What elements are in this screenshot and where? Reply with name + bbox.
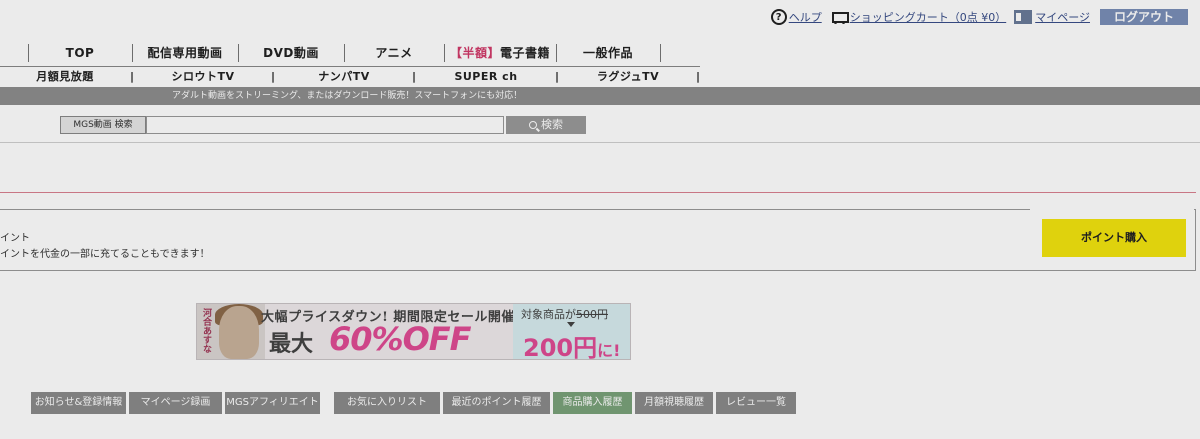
section-divider-accent: [0, 192, 1196, 193]
nav-streaming[interactable]: 配信専用動画: [132, 42, 238, 64]
tab-notices[interactable]: お知らせ&登録情報: [31, 392, 126, 414]
subnav-luxu[interactable]: ラグジュTV: [560, 68, 696, 86]
banner-new-price-suffix: に!: [597, 341, 621, 360]
help-icon: ?: [770, 9, 787, 25]
cart-link[interactable]: ショッピングカート（0点 ¥0）: [830, 9, 1007, 25]
notice-bar: アダルト動画をストリーミング、またはダウンロード販売！スマートフォンにも対応！: [0, 87, 1200, 105]
tab-point-history[interactable]: 最近のポイント履歴: [443, 392, 550, 414]
banner-new-price-line: 200円に!: [523, 328, 621, 360]
section-divider: [0, 142, 1200, 143]
subnav-divider: |: [130, 70, 135, 83]
banner-target-line: 対象商品が500円: [521, 306, 608, 322]
banner-price-box: 対象商品が500円 200円に!: [513, 304, 630, 360]
banner-model-image: 河合あすな: [197, 304, 265, 359]
tab-favorites[interactable]: お気に入りリスト: [334, 392, 440, 414]
help-label: ヘルプ: [788, 11, 822, 24]
subnav-divider: |: [412, 70, 417, 83]
header-utility: ? ヘルプ ショッピングカート（0点 ¥0） マイページ ログアウト: [763, 8, 1188, 26]
search-button-label: 検索: [541, 118, 563, 131]
cart-label: ショッピングカート（0点 ¥0）: [849, 11, 1007, 24]
nav-general[interactable]: 一般作品: [556, 42, 660, 64]
banner-model-face: [219, 306, 259, 359]
sale-banner[interactable]: 河合あすな 大幅プライスダウン! 期間限定セール開催中 最大 60%OFF 対象…: [196, 303, 631, 360]
notice-text: アダルト動画をストリーミング、またはダウンロード販売！スマートフォンにも対応！: [172, 91, 523, 101]
subnav-divider: |: [696, 70, 701, 83]
tab-affiliate[interactable]: MGSアフィリエイト: [225, 392, 320, 414]
search-scope-label: MGS動画 検索: [60, 116, 146, 134]
nav-ebook-label: 電子書籍: [500, 46, 551, 60]
mypage-label: マイページ: [1035, 11, 1090, 24]
search-input[interactable]: [146, 116, 504, 134]
nav-divider-line: [0, 66, 700, 67]
cart-icon: [830, 10, 849, 24]
subnav-nanpa[interactable]: ナンパTV: [276, 68, 412, 86]
banner-down-arrow-icon: [567, 322, 575, 327]
banner-target-label: 対象商品が: [521, 308, 576, 321]
nav-ebook-badge: 【半額】: [449, 46, 500, 60]
tab-reviews[interactable]: レビュー一覧: [716, 392, 796, 414]
nav-ebook[interactable]: 【半額】電子書籍: [444, 42, 556, 64]
buy-points-button[interactable]: ポイント購入: [1042, 219, 1186, 257]
search-button[interactable]: 検索: [506, 116, 586, 134]
banner-old-price: 500円: [576, 308, 608, 321]
subnav-divider: |: [271, 70, 276, 83]
subnav-monthly[interactable]: 月額見放題: [0, 68, 130, 86]
logout-button[interactable]: ログアウト: [1099, 9, 1188, 25]
nav-divider: [660, 44, 661, 62]
points-panel: [0, 209, 1196, 271]
banner-model-name: 河合あすな: [201, 308, 211, 353]
mypage-icon: [1014, 10, 1033, 24]
mypage-link[interactable]: マイページ: [1014, 9, 1090, 25]
search-icon: [529, 121, 537, 129]
subnav-shirouto[interactable]: シロウトTV: [135, 68, 271, 86]
main-nav: TOP 配信専用動画 DVD動画 アニメ 【半額】電子書籍 一般作品: [0, 42, 700, 64]
banner-new-price: 200円: [523, 334, 598, 360]
tab-purchase-history[interactable]: 商品購入履歴: [553, 392, 632, 414]
subnav-superch[interactable]: SUPER ch: [417, 68, 555, 86]
sub-nav: 月額見放題 | シロウトTV | ナンパTV | SUPER ch | ラグジュ…: [0, 68, 700, 86]
banner-offer: 60%OFF: [329, 320, 472, 358]
nav-anime[interactable]: アニメ: [344, 42, 444, 64]
nav-top[interactable]: TOP: [28, 42, 132, 64]
tab-mypage-recording[interactable]: マイページ録画: [129, 392, 222, 414]
points-description: イントを代金の一部に充てることもできます！: [0, 249, 210, 260]
nav-dvd[interactable]: DVD動画: [238, 42, 344, 64]
points-title: イント: [0, 233, 30, 244]
subnav-divider: |: [555, 70, 560, 83]
banner-max-label: 最大: [269, 332, 314, 357]
tab-monthly-history[interactable]: 月額視聴履歴: [635, 392, 713, 414]
help-link[interactable]: ? ヘルプ: [770, 9, 822, 25]
